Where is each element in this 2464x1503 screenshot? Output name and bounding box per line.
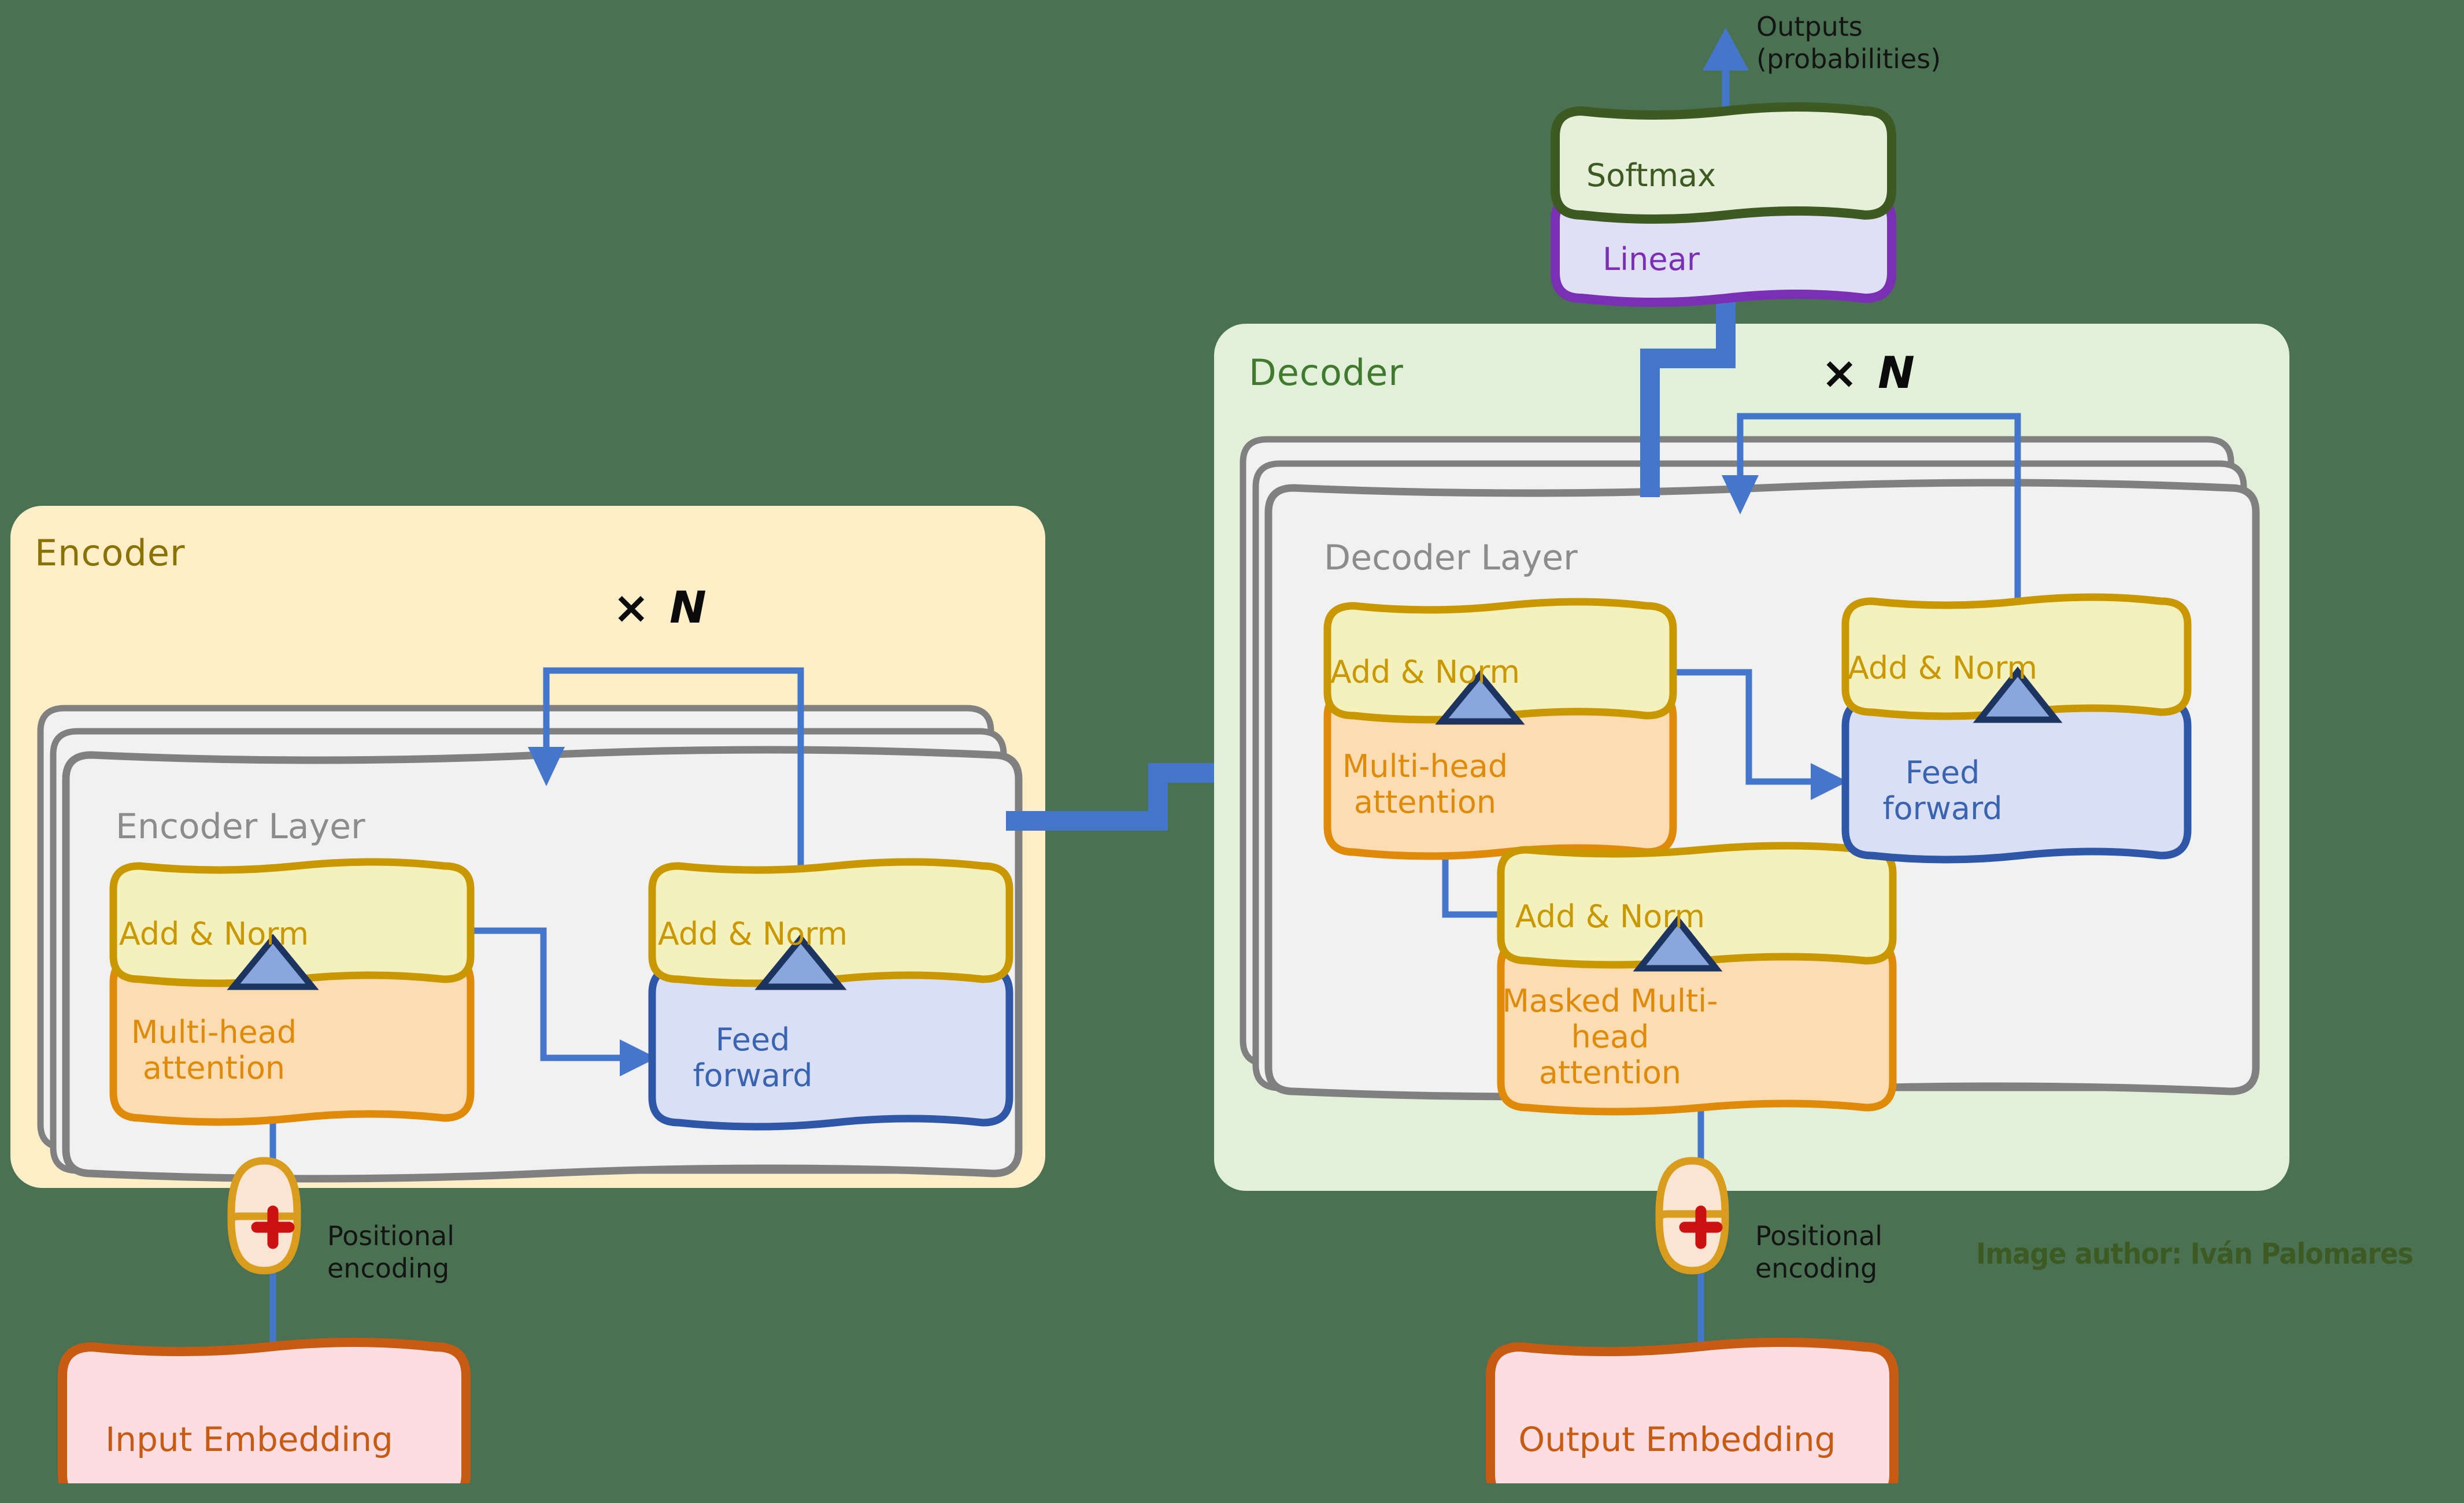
diagram-canvas: Encoder Encoder Layer Decoder Decoder La… xyxy=(0,0,2464,1483)
input-embedding-box xyxy=(58,1338,471,1483)
softmax-to-outputs-arrowhead xyxy=(1703,28,1749,71)
image-author-credit: Image author: Iván Palomares xyxy=(1976,1237,2414,1271)
decoder-repeat-label: × N xyxy=(1821,347,1917,398)
decoder-positional-encoding-label: Positional encoding xyxy=(1755,1220,1883,1284)
outputs-probabilities-label: Outputs (probabilities) xyxy=(1756,11,1941,75)
decoder-panel-title: Decoder xyxy=(1249,351,1404,394)
decoder-layer-title: Decoder Layer xyxy=(1324,538,1578,578)
encoder-positional-encoding-label: Positional encoding xyxy=(327,1220,455,1284)
encoder-repeat-label: × N xyxy=(613,582,709,633)
softmax-box xyxy=(1551,102,1896,224)
output-embedding-box xyxy=(1486,1338,1899,1483)
encoder-positional-encoding-plus-outline xyxy=(227,1157,301,1221)
encoder-add-norm-2-box xyxy=(648,858,1013,987)
encoder-layer-title: Encoder Layer xyxy=(116,806,365,847)
encoder-panel-title: Encoder xyxy=(35,532,186,574)
